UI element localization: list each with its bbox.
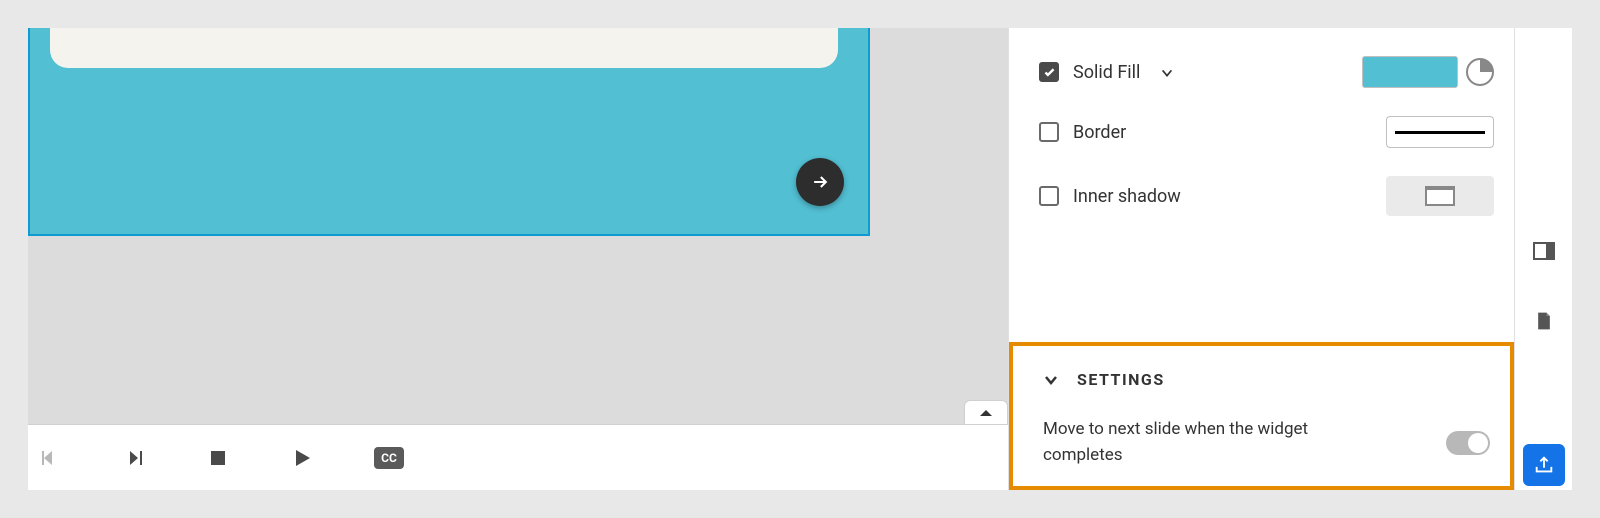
border-line-preview	[1395, 131, 1485, 134]
play-icon	[290, 446, 314, 470]
inner-shadow-checkbox[interactable]	[1039, 186, 1059, 206]
inner-shadow-label: Inner shadow	[1073, 186, 1181, 207]
document-icon-button[interactable]	[1531, 308, 1557, 334]
arrow-right-icon	[810, 172, 830, 192]
chevron-down-icon	[1043, 372, 1059, 388]
fill-color-swatch[interactable]	[1362, 56, 1458, 88]
border-checkbox[interactable]	[1039, 122, 1059, 142]
settings-section: SETTINGS Move to next slide when the wid…	[1009, 342, 1514, 490]
step-back-icon	[38, 446, 62, 470]
panel-icon-button[interactable]	[1531, 238, 1557, 264]
toggle-knob	[1468, 433, 1488, 453]
stop-button[interactable]	[206, 446, 230, 470]
document-icon	[1534, 309, 1554, 333]
next-slide-button[interactable]	[796, 158, 844, 206]
chevron-down-icon	[1160, 66, 1174, 80]
fill-opacity-dial[interactable]	[1466, 58, 1494, 86]
border-label: Border	[1073, 122, 1126, 143]
step-forward-icon	[122, 446, 146, 470]
playback-bar: CC	[28, 424, 1008, 490]
shadow-preview-icon	[1425, 186, 1455, 206]
slide-content-card	[50, 28, 838, 68]
solid-fill-checkbox[interactable]	[1039, 62, 1059, 82]
canvas-area[interactable]: CC	[28, 28, 1008, 490]
move-next-label: Move to next slide when the widget compl…	[1043, 417, 1383, 468]
slide-widget[interactable]	[28, 28, 870, 236]
closed-captions-button[interactable]: CC	[374, 447, 404, 469]
play-button[interactable]	[290, 446, 314, 470]
chevron-up-icon	[979, 408, 993, 418]
step-back-button[interactable]	[38, 446, 62, 470]
step-forward-button[interactable]	[122, 446, 146, 470]
solid-fill-label: Solid Fill	[1073, 62, 1140, 83]
inner-shadow-swatch[interactable]	[1386, 176, 1494, 216]
settings-title: SETTINGS	[1077, 370, 1165, 389]
share-icon	[1533, 454, 1555, 476]
border-style-swatch[interactable]	[1386, 116, 1494, 148]
properties-panel: Solid Fill Border Inner shadow	[1008, 28, 1514, 490]
solid-fill-dropdown[interactable]	[1160, 65, 1174, 79]
right-rail	[1514, 28, 1572, 490]
move-next-toggle[interactable]	[1446, 431, 1490, 455]
share-button[interactable]	[1523, 444, 1565, 486]
settings-header[interactable]: SETTINGS	[1043, 370, 1490, 389]
check-icon	[1043, 66, 1056, 79]
panel-icon	[1532, 239, 1556, 263]
solid-fill-row: Solid Fill	[1039, 56, 1494, 88]
timeline-expand-button[interactable]	[964, 400, 1008, 424]
inner-shadow-row: Inner shadow	[1039, 176, 1494, 216]
border-row: Border	[1039, 116, 1494, 148]
stop-icon	[206, 446, 230, 470]
